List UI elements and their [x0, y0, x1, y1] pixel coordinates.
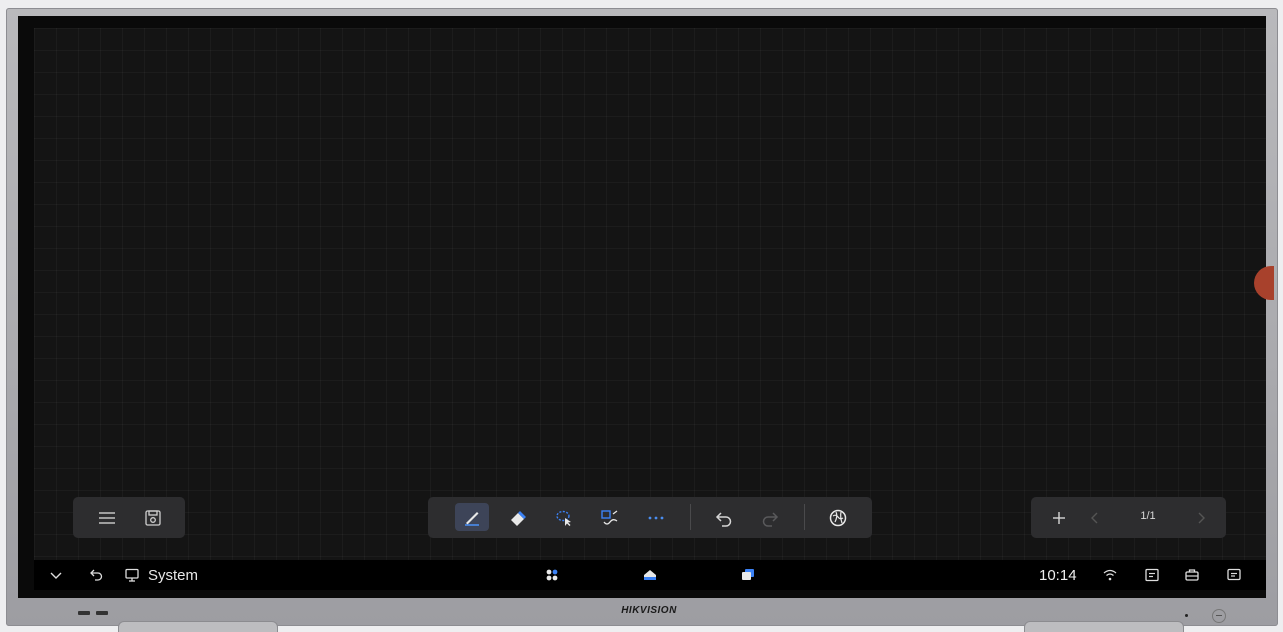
lasso-select-icon[interactable] [552, 506, 576, 530]
eraser-icon[interactable] [506, 506, 530, 530]
system-taskbar: System 10:14 [34, 560, 1266, 590]
sensor [78, 611, 90, 615]
message-icon[interactable] [1226, 560, 1242, 590]
redo-icon[interactable] [758, 506, 782, 530]
drawing-toolbar [428, 497, 872, 538]
more-icon[interactable] [644, 506, 668, 530]
sensor [96, 611, 108, 615]
plus-icon[interactable] [1047, 506, 1071, 530]
recent-apps-icon[interactable] [740, 560, 756, 590]
screen-icon[interactable] [1144, 560, 1160, 590]
pen-icon[interactable] [455, 503, 489, 531]
home-icon[interactable] [642, 560, 658, 590]
menu-icon[interactable] [95, 506, 119, 530]
front-tray-left [118, 621, 278, 632]
chevron-left-icon[interactable] [1083, 506, 1107, 530]
indicator-light [1185, 614, 1188, 617]
brand-logo: HIKVISION [621, 605, 677, 616]
chevron-right-icon[interactable] [1189, 506, 1213, 530]
toolbar-divider [690, 504, 691, 530]
back-icon[interactable] [88, 560, 104, 590]
front-tray-right [1024, 621, 1184, 632]
clock: 10:14 [1039, 566, 1077, 584]
source-label[interactable]: System [148, 560, 198, 590]
undo-icon[interactable] [712, 506, 736, 530]
chevron-down-icon[interactable] [48, 560, 64, 590]
power-button[interactable] [1212, 609, 1226, 623]
monitor-icon[interactable] [124, 560, 140, 590]
whiteboard-canvas[interactable] [34, 28, 1266, 560]
left-toolbar [73, 497, 185, 538]
browser-icon[interactable] [826, 506, 850, 530]
page-indicator: 1/1 [1140, 510, 1156, 522]
toolbar-divider [804, 504, 805, 530]
toolbox-icon[interactable] [1184, 560, 1200, 590]
save-icon[interactable] [141, 506, 165, 530]
wifi-icon[interactable] [1102, 560, 1118, 590]
shape-recognize-icon[interactable] [598, 506, 622, 530]
apps-icon[interactable] [544, 560, 560, 590]
